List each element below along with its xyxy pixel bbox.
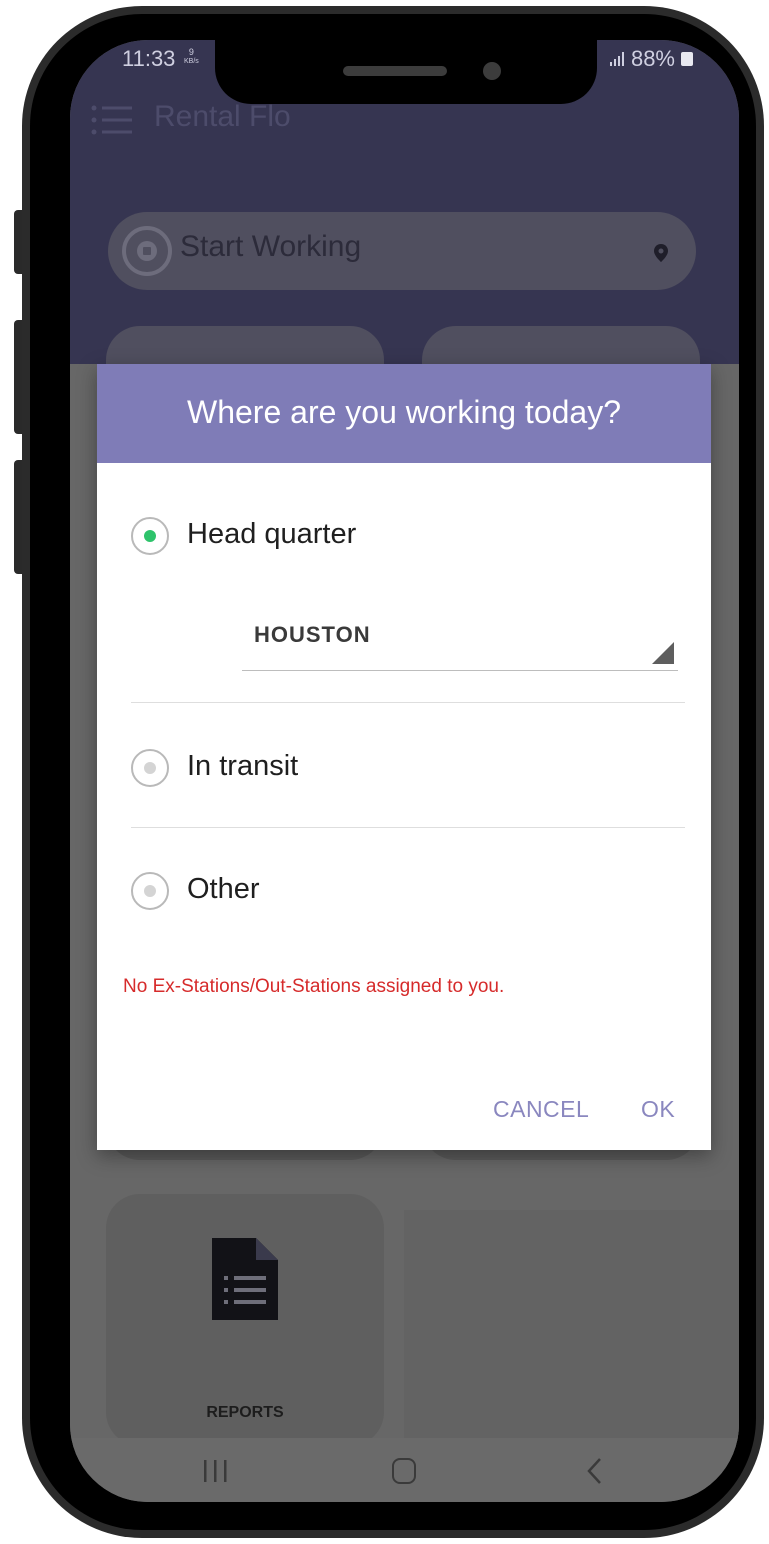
- battery-percent: 88%: [630, 46, 675, 71]
- status-speed-unit: KB/s: [184, 58, 199, 65]
- battery-icon: [681, 52, 693, 66]
- status-time: 11:33: [122, 46, 176, 71]
- location-select[interactable]: HOUSTON: [242, 610, 678, 671]
- system-nav-bar: [70, 1438, 739, 1502]
- recent-apps-icon[interactable]: [200, 1458, 230, 1484]
- dialog-title: Where are you working today?: [187, 394, 621, 430]
- option-label: Head quarter: [187, 518, 357, 550]
- start-working-button[interactable]: Start Working: [108, 212, 696, 290]
- ok-button[interactable]: OK: [641, 1096, 675, 1123]
- status-network-speed: 9 KB/s: [184, 48, 199, 66]
- cancel-button[interactable]: CANCEL: [493, 1096, 589, 1123]
- radio-other[interactable]: [131, 872, 169, 910]
- stop-circle-icon: [122, 226, 172, 276]
- front-camera: [483, 62, 501, 80]
- menu-icon[interactable]: [90, 102, 134, 138]
- document-list-icon: [212, 1238, 278, 1320]
- dropdown-arrow-icon: [652, 642, 674, 664]
- reports-tile[interactable]: REPORTS: [106, 1194, 384, 1446]
- back-icon[interactable]: [584, 1456, 604, 1486]
- status-right: 88%: [609, 46, 693, 72]
- divider: [131, 702, 685, 703]
- dialog-header: Where are you working today?: [97, 364, 711, 463]
- camera-notch: [215, 40, 597, 104]
- start-working-label: Start Working: [180, 230, 362, 263]
- location-pin-icon: [654, 244, 668, 262]
- radio-head-quarter[interactable]: [131, 517, 169, 555]
- option-label: Other: [187, 873, 260, 905]
- divider: [131, 827, 685, 828]
- reports-label: REPORTS: [206, 1404, 284, 1421]
- signal-icon: [609, 52, 624, 66]
- earpiece-speaker: [343, 66, 447, 76]
- option-label: In transit: [187, 750, 299, 782]
- app-title: Rental Flo: [154, 100, 291, 133]
- error-message: No Ex-Stations/Out-Stations assigned to …: [123, 976, 505, 997]
- radio-in-transit[interactable]: [131, 749, 169, 787]
- empty-tile-area: [404, 1210, 739, 1442]
- location-select-value: HOUSTON: [254, 622, 371, 647]
- home-icon[interactable]: [392, 1458, 416, 1484]
- status-speed-value: 9: [188, 47, 194, 57]
- work-location-dialog: Where are you working today? Head quarte…: [97, 364, 711, 1150]
